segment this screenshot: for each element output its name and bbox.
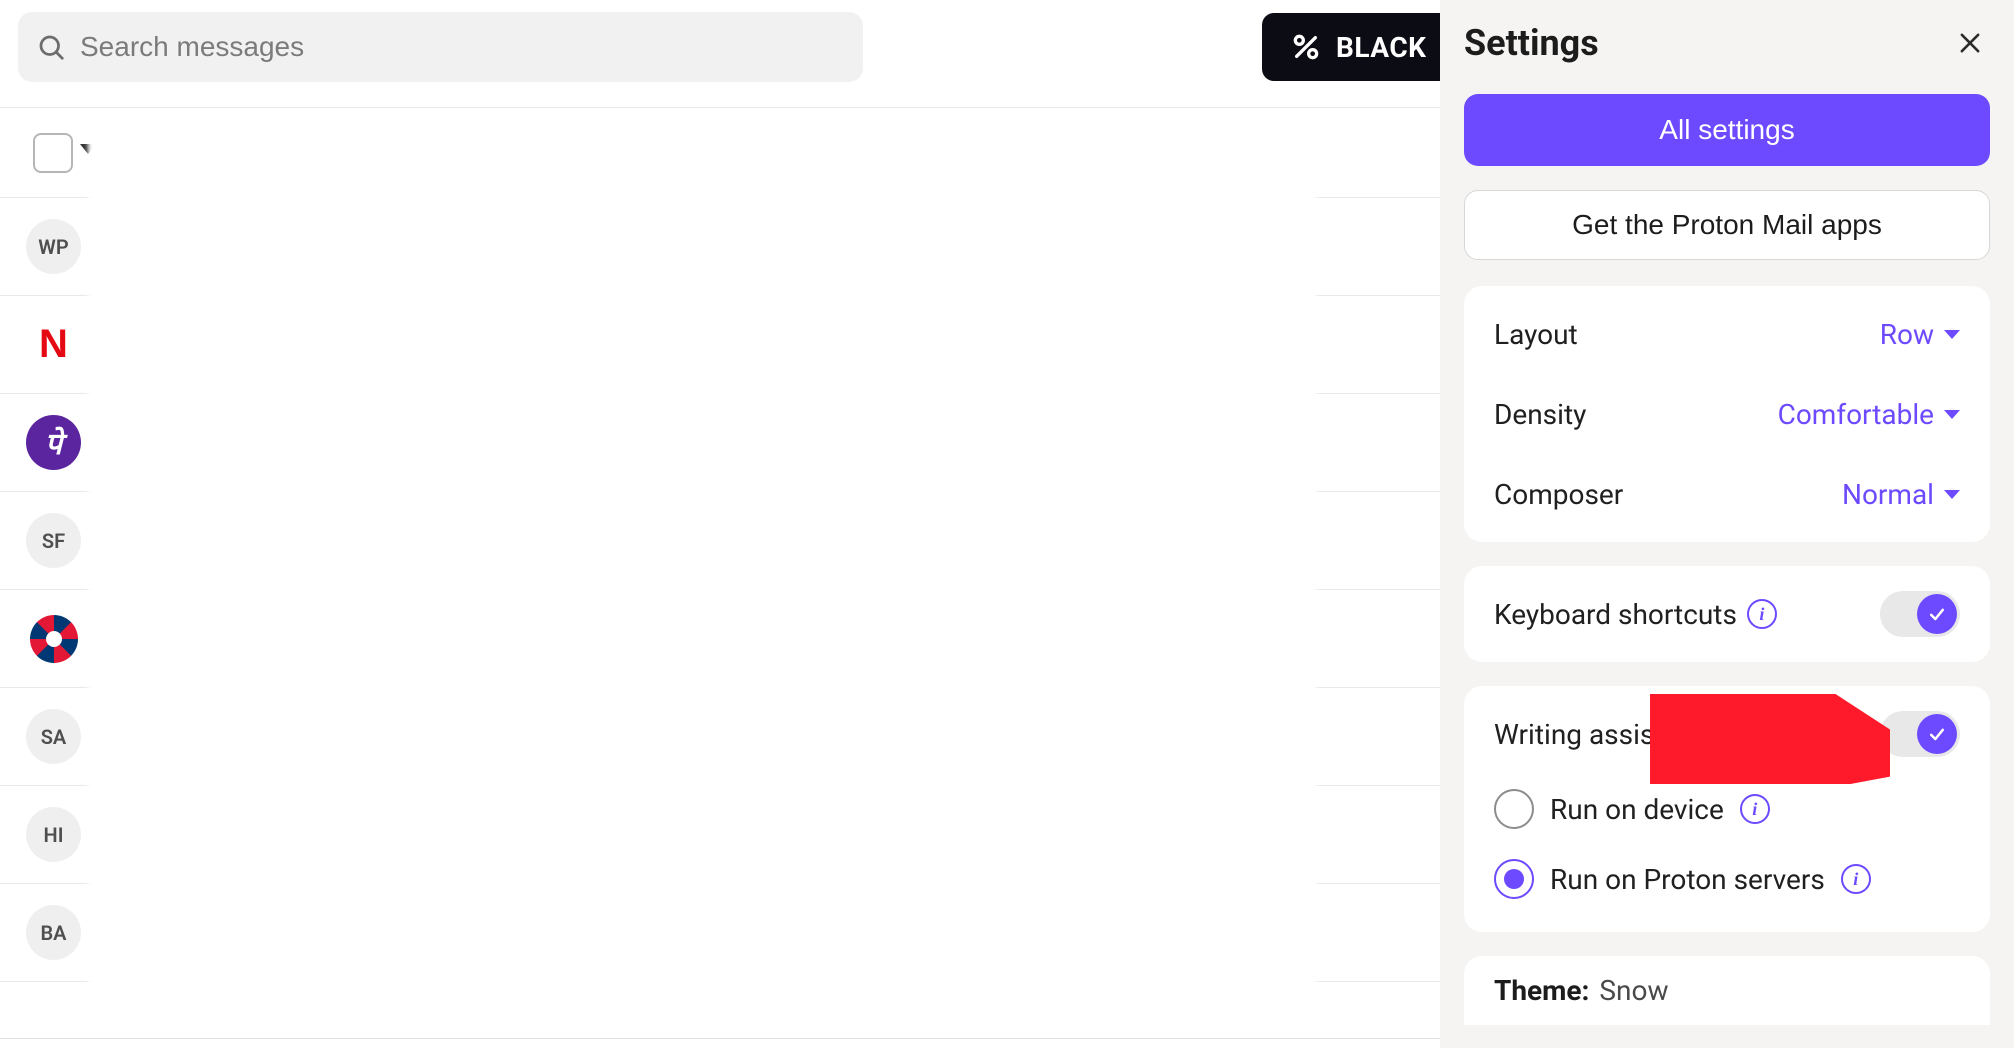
avatar: WP (26, 219, 81, 274)
chevron-down-icon (1944, 410, 1960, 419)
writing-assistant-label: Writing assistant (1494, 718, 1703, 751)
avatar: SA (26, 709, 81, 764)
toggle-knob (1917, 594, 1957, 634)
layout-select[interactable]: Row (1880, 318, 1960, 351)
composer-row: Composer Normal (1494, 454, 1960, 534)
density-value: Comfortable (1778, 398, 1934, 431)
search-box[interactable] (18, 12, 863, 82)
kbd-label-text: Keyboard shortcuts (1494, 598, 1737, 631)
info-icon[interactable]: i (1841, 864, 1871, 894)
kotak-wheel-icon (30, 615, 78, 663)
composer-select[interactable]: Normal (1842, 478, 1960, 511)
info-icon[interactable]: i (1747, 599, 1777, 629)
run-on-device-label: Run on device (1550, 793, 1724, 826)
theme-value: Snow (1599, 974, 1668, 1007)
composer-label: Composer (1494, 478, 1623, 511)
composer-value: Normal (1842, 478, 1934, 511)
theme-key: Theme: (1494, 974, 1589, 1007)
chevron-down-icon (1944, 330, 1960, 339)
density-select[interactable]: Comfortable (1778, 398, 1960, 431)
get-apps-button[interactable]: Get the Proton Mail apps (1464, 190, 1990, 260)
promo-black-button[interactable]: BLACK (1262, 13, 1460, 81)
search-input[interactable] (80, 31, 845, 63)
avatar: SF (26, 513, 81, 568)
avatar: BA (26, 905, 81, 960)
layout-value: Row (1880, 318, 1934, 351)
toggle-knob (1917, 714, 1957, 754)
avatar: HI (26, 807, 81, 862)
display-settings-card: Layout Row Density Comfortable Composer … (1464, 286, 1990, 542)
chevron-down-icon (1944, 490, 1960, 499)
keyboard-shortcuts-toggle[interactable] (1880, 591, 1960, 637)
writing-assistant-row: Writing assistant (1494, 694, 1960, 774)
main-area: BLACK WP N w पे SF irmation ut impler SA (0, 0, 1440, 1048)
settings-panel: Settings All settings Get the Proton Mai… (1440, 0, 2014, 1048)
search-icon (36, 32, 66, 62)
writing-assistant-card: Writing assistant Run on device i Run on… (1464, 686, 1990, 932)
writing-assistant-toggle[interactable] (1880, 711, 1960, 757)
density-row: Density Comfortable (1494, 374, 1960, 454)
run-on-server-row[interactable]: Run on Proton servers i (1494, 844, 1960, 914)
avatar-kotak (26, 611, 81, 666)
check-icon (1927, 724, 1947, 744)
layout-label: Layout (1494, 318, 1578, 351)
select-all-checkbox[interactable] (33, 133, 73, 173)
promo-text: BLACK (1336, 31, 1426, 64)
keyboard-shortcuts-label: Keyboard shortcuts i (1494, 598, 1777, 631)
check-icon (1927, 604, 1947, 624)
keyboard-shortcuts-card: Keyboard shortcuts i (1464, 566, 1990, 662)
blurred-content (88, 122, 1316, 1022)
run-on-device-row[interactable]: Run on device i (1494, 774, 1960, 844)
close-icon (1956, 29, 1984, 57)
keyboard-shortcuts-row: Keyboard shortcuts i (1494, 574, 1960, 654)
panel-header: Settings (1464, 22, 1990, 64)
run-on-device-radio[interactable] (1494, 789, 1534, 829)
avatar-phonepe: पे (26, 415, 81, 470)
layout-row: Layout Row (1494, 294, 1960, 374)
avatar-netflix: N (26, 317, 81, 372)
top-bar: BLACK (0, 0, 1440, 108)
info-icon[interactable]: i (1740, 794, 1770, 824)
run-on-server-label: Run on Proton servers (1550, 863, 1825, 896)
density-label: Density (1494, 398, 1586, 431)
theme-row: Theme: Snow (1494, 974, 1960, 1007)
panel-title: Settings (1464, 22, 1599, 64)
divider (0, 1038, 1440, 1039)
close-button[interactable] (1950, 23, 1990, 63)
all-settings-button[interactable]: All settings (1464, 94, 1990, 166)
theme-card: Theme: Snow (1464, 956, 1990, 1025)
run-on-server-radio[interactable] (1494, 859, 1534, 899)
percent-icon (1290, 31, 1322, 63)
